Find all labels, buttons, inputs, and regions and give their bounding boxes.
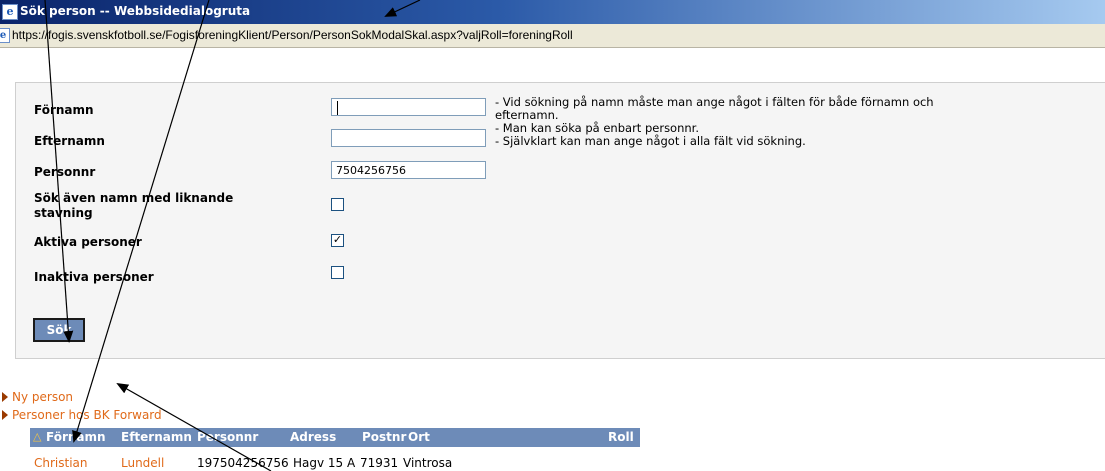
arrow-to-search-button (44, 0, 74, 343)
arrow-to-title (384, 0, 421, 17)
arrow-to-ny-person (116, 383, 272, 471)
annotation-arrows (44, 0, 421, 471)
arrow-to-fornamn-column (72, 0, 210, 443)
